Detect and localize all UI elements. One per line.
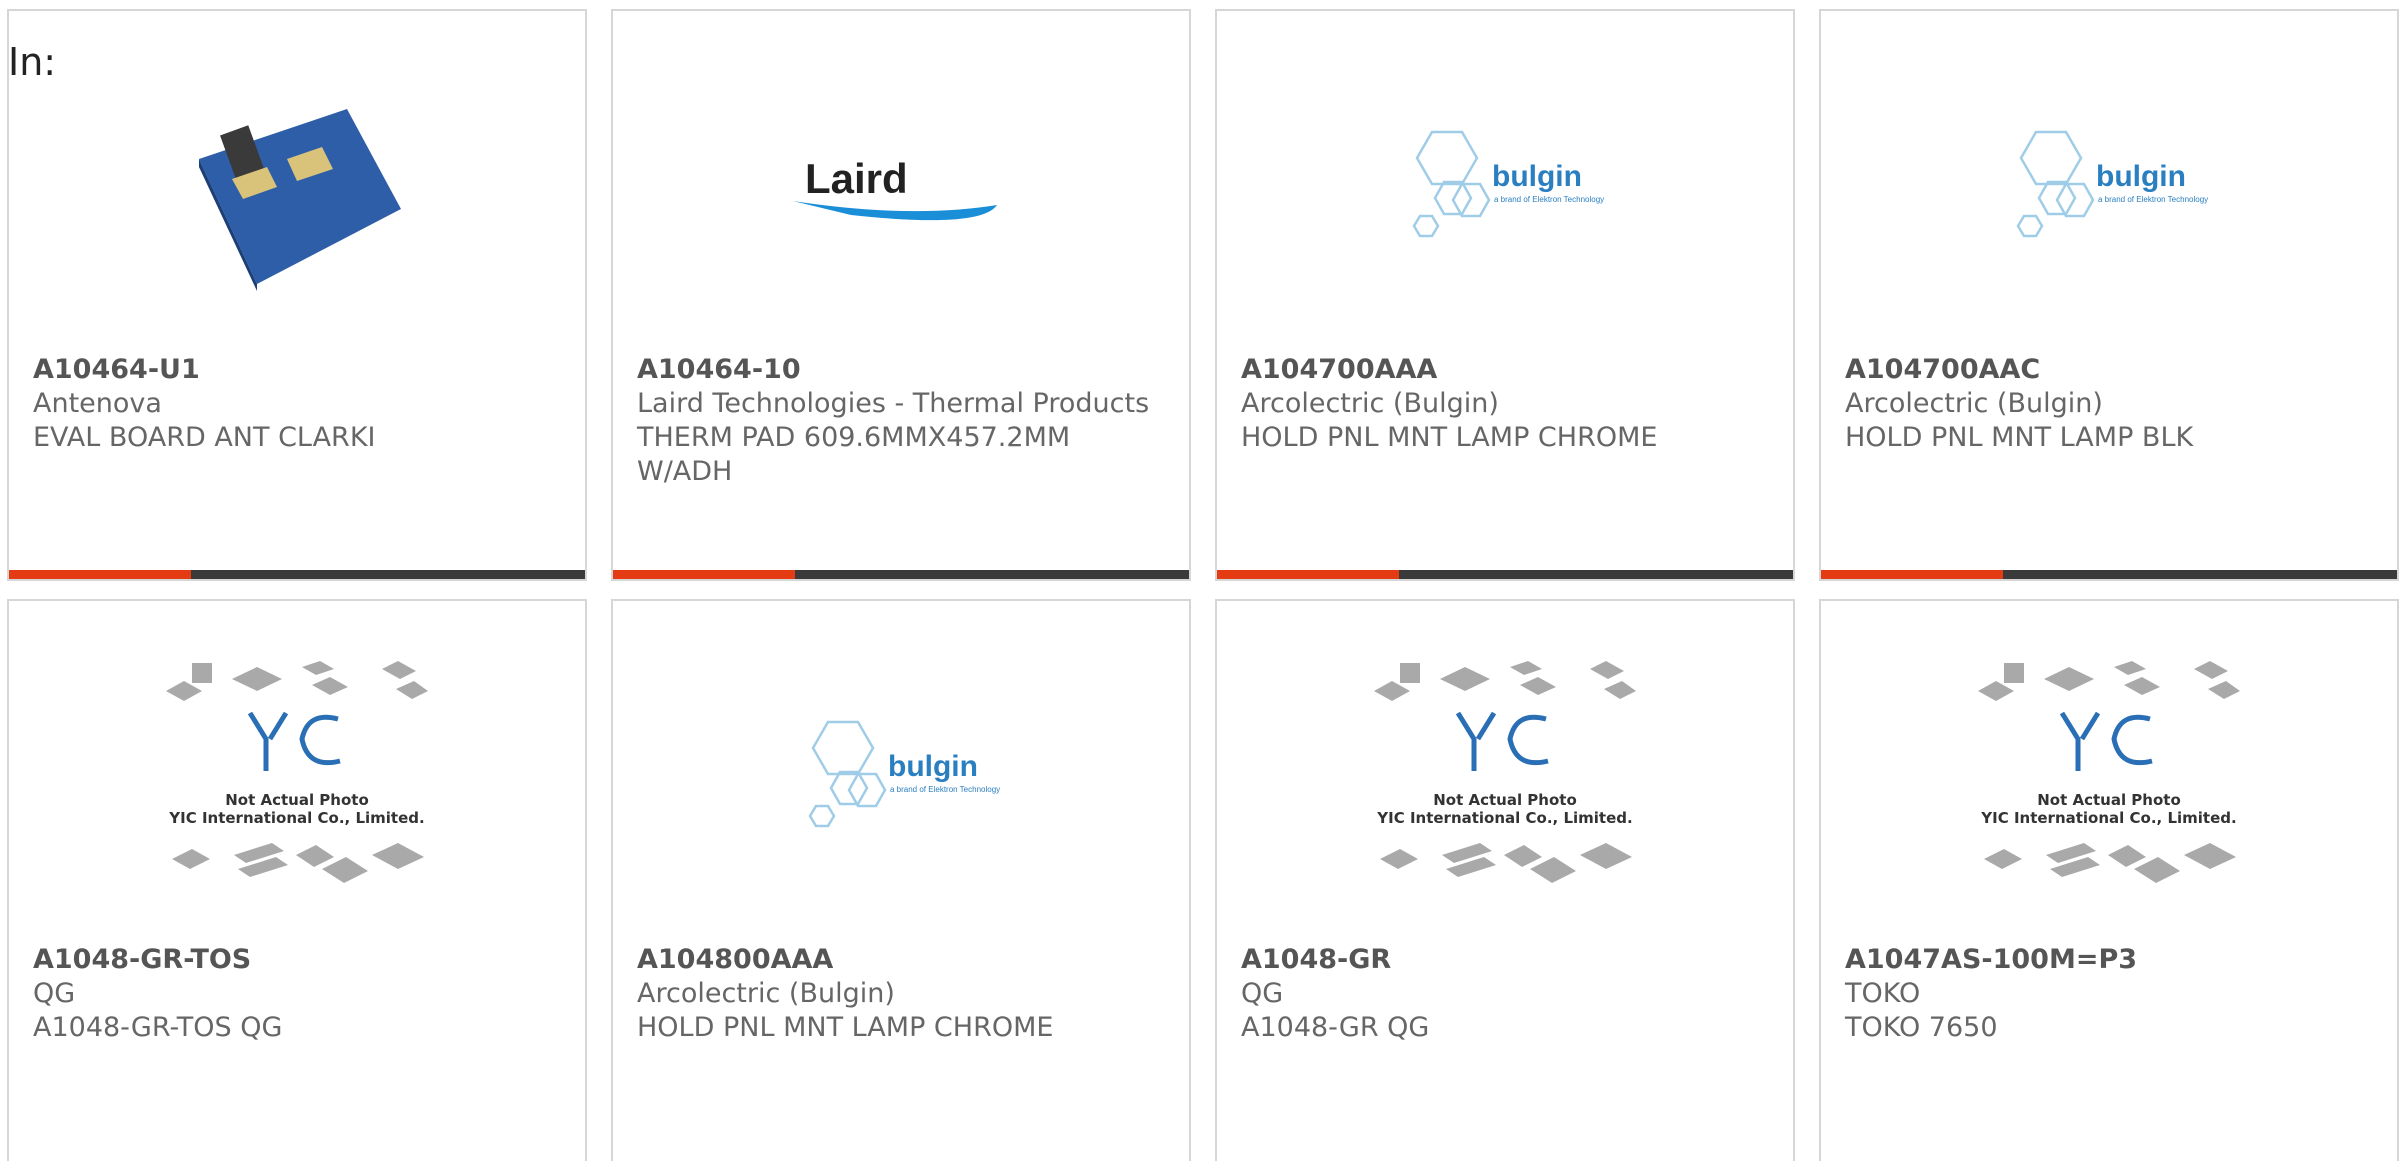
product-info: A10464-U1 Antenova EVAL BOARD ANT CLARKI (33, 353, 561, 455)
bulgin-logo-subtext: a brand of Elektron Technology (1494, 195, 1604, 204)
bulgin-logo-icon: bulgin a brand of Elektron Technology (2016, 130, 2208, 238)
bulgin-logo-text: bulgin (1492, 160, 1582, 193)
yic-placeholder-icon: Not Actual Photo YIC International Co., … (1374, 661, 1636, 883)
manufacturer: TOKO (1845, 978, 1921, 1009)
placeholder-line1: Not Actual Photo (225, 791, 369, 809)
product-info: A1048-GR-TOS QG A1048-GR-TOS QG (33, 943, 561, 1045)
laird-logo-text: Laird (805, 155, 908, 202)
product-image[interactable]: Not Actual Photo YIC International Co., … (1821, 659, 2397, 899)
antenna-board-photo-icon (199, 109, 401, 291)
part-number[interactable]: A1048-GR (1241, 943, 1769, 977)
description: HOLD PNL MNT LAMP BLK (1845, 422, 2194, 453)
manufacturer: Arcolectric (Bulgin) (637, 978, 895, 1009)
part-number[interactable]: A1047AS-100M=P3 (1845, 943, 2373, 977)
part-number[interactable]: A104800AAA (637, 943, 1165, 977)
product-image[interactable]: Not Actual Photo YIC International Co., … (9, 659, 585, 899)
card-footer-bar (613, 570, 1189, 579)
product-image[interactable] (9, 69, 585, 309)
description: EVAL BOARD ANT CLARKI (33, 422, 376, 453)
bulgin-logo-icon: bulgin a brand of Elektron Technology (1412, 130, 1604, 238)
card-footer-bar (1217, 570, 1793, 579)
part-number[interactable]: A104700AAC (1845, 353, 2373, 387)
product-grid: A10464-U1 Antenova EVAL BOARD ANT CLARKI… (0, 0, 2400, 1161)
part-number[interactable]: A104700AAA (1241, 353, 1769, 387)
product-image[interactable]: bulgin a brand of Elektron Technology (1821, 69, 2397, 309)
placeholder-line2: YIC International Co., Limited. (1376, 809, 1632, 827)
product-card[interactable]: Not Actual Photo YIC International Co., … (1215, 599, 1795, 1161)
description: HOLD PNL MNT LAMP CHROME (1241, 422, 1658, 453)
card-accent-bar (613, 570, 795, 579)
product-card[interactable]: Not Actual Photo YIC International Co., … (1819, 599, 2399, 1161)
product-card[interactable]: bulgin a brand of Elektron Technology A1… (1819, 9, 2399, 581)
part-number[interactable]: A10464-10 (637, 353, 1165, 387)
product-image[interactable]: Not Actual Photo YIC International Co., … (1217, 659, 1793, 899)
product-info: A1048-GR QG A1048-GR QG (1241, 943, 1769, 1045)
product-card[interactable]: Not Actual Photo YIC International Co., … (7, 599, 587, 1161)
product-info: A104800AAA Arcolectric (Bulgin) HOLD PNL… (637, 943, 1165, 1045)
manufacturer: Laird Technologies - Thermal Products (637, 388, 1150, 419)
part-number[interactable]: A10464-U1 (33, 353, 561, 387)
yic-placeholder-icon: Not Actual Photo YIC International Co., … (166, 661, 428, 883)
card-accent-bar (9, 570, 191, 579)
card-footer-bar (9, 570, 585, 579)
description: THERM PAD 609.6MMX457.2MM W/ADH (637, 422, 1071, 487)
product-card[interactable]: bulgin a brand of Elektron Technology A1… (611, 599, 1191, 1161)
manufacturer: QG (1241, 978, 1284, 1009)
description: TOKO 7650 (1845, 1012, 1998, 1043)
product-info: A1047AS-100M=P3 TOKO TOKO 7650 (1845, 943, 2373, 1045)
description: A1048-GR QG (1241, 1012, 1430, 1043)
part-number[interactable]: A1048-GR-TOS (33, 943, 561, 977)
placeholder-line2: YIC International Co., Limited. (1980, 809, 2236, 827)
product-card[interactable]: bulgin a brand of Elektron Technology A1… (1215, 9, 1795, 581)
product-image[interactable]: bulgin a brand of Elektron Technology (1217, 69, 1793, 309)
placeholder-line1: Not Actual Photo (2037, 791, 2181, 809)
bulgin-logo-text: bulgin (2096, 160, 2186, 193)
laird-logo-icon: Laird (793, 155, 997, 221)
product-image[interactable]: bulgin a brand of Elektron Technology (613, 659, 1189, 899)
manufacturer: Arcolectric (Bulgin) (1845, 388, 2103, 419)
bulgin-logo-text: bulgin (888, 750, 978, 783)
product-image[interactable]: Laird (613, 69, 1189, 309)
placeholder-line1: Not Actual Photo (1433, 791, 1577, 809)
yic-placeholder-icon: Not Actual Photo YIC International Co., … (1978, 661, 2240, 883)
description: A1048-GR-TOS QG (33, 1012, 283, 1043)
product-info: A10464-10 Laird Technologies - Thermal P… (637, 353, 1165, 489)
card-footer-bar (1821, 570, 2397, 579)
bulgin-logo-subtext: a brand of Elektron Technology (890, 785, 1000, 794)
manufacturer: Arcolectric (Bulgin) (1241, 388, 1499, 419)
placeholder-line2: YIC International Co., Limited. (168, 809, 424, 827)
bulgin-logo-icon: bulgin a brand of Elektron Technology (808, 720, 1000, 828)
description: HOLD PNL MNT LAMP CHROME (637, 1012, 1054, 1043)
product-card[interactable]: Laird A10464-10 Laird Technologies - The… (611, 9, 1191, 581)
product-card[interactable]: A10464-U1 Antenova EVAL BOARD ANT CLARKI (7, 9, 587, 581)
product-info: A104700AAA Arcolectric (Bulgin) HOLD PNL… (1241, 353, 1769, 455)
bulgin-logo-subtext: a brand of Elektron Technology (2098, 195, 2208, 204)
card-accent-bar (1821, 570, 2003, 579)
product-info: A104700AAC Arcolectric (Bulgin) HOLD PNL… (1845, 353, 2373, 455)
filter-in-label: In: (8, 40, 57, 84)
manufacturer: QG (33, 978, 76, 1009)
card-accent-bar (1217, 570, 1399, 579)
manufacturer: Antenova (33, 388, 162, 419)
